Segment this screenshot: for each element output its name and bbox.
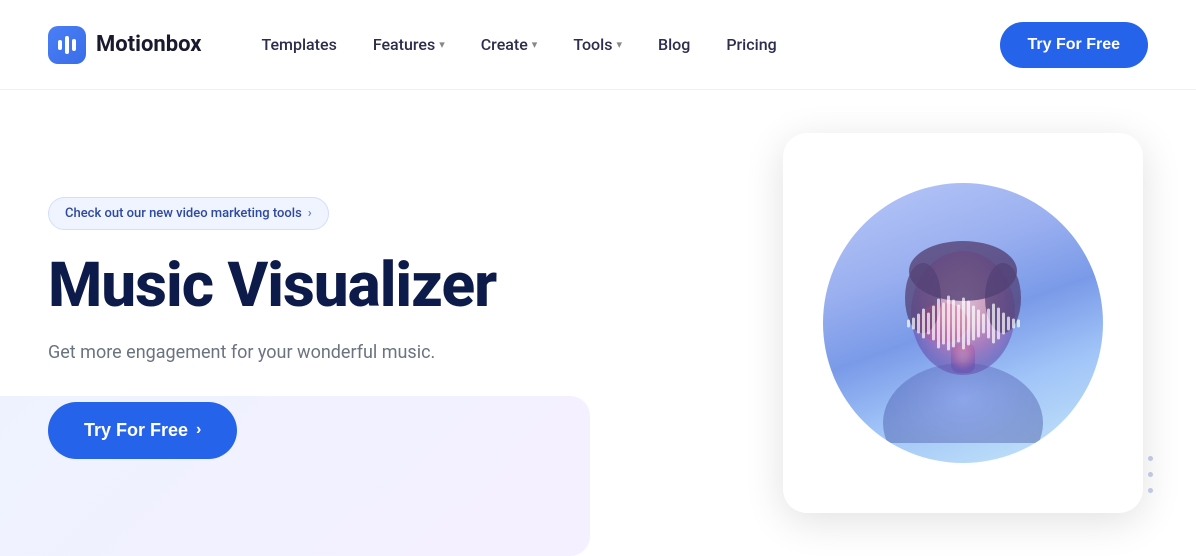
visualizer-card bbox=[783, 133, 1143, 513]
waveform-bar bbox=[1012, 318, 1015, 328]
hero-left-content: Check out our new video marketing tools … bbox=[48, 90, 748, 556]
hero-section: Check out our new video marketing tools … bbox=[0, 90, 1196, 556]
chevron-down-icon: ▾ bbox=[532, 38, 538, 51]
nav-templates[interactable]: Templates bbox=[261, 35, 336, 54]
waveform-bar bbox=[912, 317, 915, 329]
logo-name: Motionbox bbox=[96, 32, 201, 57]
hero-subtitle: Get more engagement for your wonderful m… bbox=[48, 339, 748, 366]
hero-cta-label: Try For Free bbox=[84, 420, 188, 441]
waveform-bar bbox=[1007, 316, 1010, 330]
waveform-bar bbox=[967, 301, 970, 346]
nav-pricing[interactable]: Pricing bbox=[726, 35, 776, 54]
waveform-bar bbox=[987, 308, 990, 338]
waveform-bar bbox=[977, 309, 980, 337]
navbar: Motionbox Templates Features ▾ Create ▾ … bbox=[0, 0, 1196, 90]
waveform-bar bbox=[937, 298, 940, 348]
arrow-icon: › bbox=[308, 206, 312, 221]
nav-create[interactable]: Create ▾ bbox=[481, 35, 538, 54]
hero-badge-text: Check out our new video marketing tools bbox=[65, 206, 302, 221]
waveform-bar bbox=[927, 312, 930, 334]
waveform-bar bbox=[972, 306, 975, 341]
decoration-dot bbox=[1148, 472, 1153, 477]
waveform-bar bbox=[997, 307, 1000, 339]
nav-tools[interactable]: Tools ▾ bbox=[573, 35, 622, 54]
decoration-dot bbox=[1148, 456, 1153, 461]
waveform-bar bbox=[942, 302, 945, 344]
hero-cta-button[interactable]: Try For Free › bbox=[48, 402, 237, 459]
waveform-bar bbox=[922, 308, 925, 338]
cta-arrow-icon: › bbox=[196, 421, 201, 439]
waveform-bar bbox=[957, 304, 960, 342]
nav-links: Templates Features ▾ Create ▾ Tools ▾ Bl… bbox=[261, 35, 999, 54]
hero-title: Music Visualizer bbox=[48, 252, 748, 320]
waveform-bar bbox=[1002, 312, 1005, 334]
hero-badge[interactable]: Check out our new video marketing tools … bbox=[48, 197, 329, 230]
visualizer-circle bbox=[823, 183, 1103, 463]
waveform-bar bbox=[982, 313, 985, 333]
waveform-bar bbox=[962, 297, 965, 349]
chevron-down-icon: ▾ bbox=[439, 38, 445, 51]
chevron-down-icon: ▾ bbox=[616, 38, 622, 51]
decoration-dot bbox=[1148, 488, 1153, 493]
logo-area[interactable]: Motionbox bbox=[48, 26, 201, 64]
logo-icon bbox=[48, 26, 86, 64]
waveform-overlay bbox=[823, 296, 1103, 351]
nav-cta-button[interactable]: Try For Free bbox=[1000, 22, 1148, 68]
waveform-bar bbox=[952, 299, 955, 347]
hero-right-content bbox=[748, 90, 1148, 556]
waveform-bar bbox=[1017, 319, 1020, 327]
waveform-bar bbox=[992, 303, 995, 343]
nav-blog[interactable]: Blog bbox=[658, 35, 690, 54]
waveform-bar bbox=[932, 306, 935, 341]
waveform-bar bbox=[947, 296, 950, 351]
waveform-bar bbox=[907, 319, 910, 327]
nav-features[interactable]: Features ▾ bbox=[373, 35, 445, 54]
waveform-bar bbox=[917, 313, 920, 333]
